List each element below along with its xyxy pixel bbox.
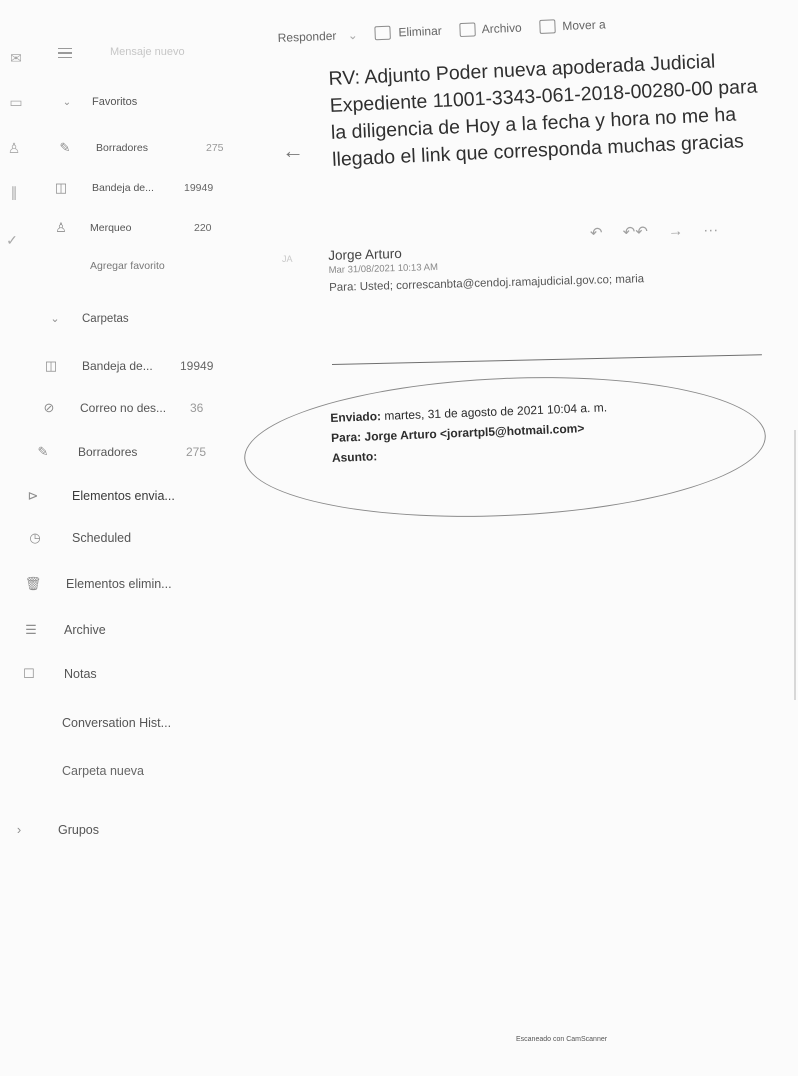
chevron-down-icon: ⌄ (62, 96, 72, 108)
attach-icon[interactable]: ∥ (6, 184, 22, 200)
folder-label: Borradores (78, 445, 138, 459)
mail-icon[interactable]: ✉ (8, 50, 24, 66)
folder-item-scheduled[interactable]: ◷ Scheduled (26, 530, 131, 546)
message-divider (331, 354, 762, 365)
folder-item-junk[interactable]: ⊘ Correo no des... 36 (40, 400, 240, 416)
folder-label: Elementos elimin... (66, 577, 172, 591)
chevron-down-icon: ⌄ (50, 313, 60, 325)
message-toolbar: Responder ⌄ Eliminar Archivo Mover a (277, 17, 620, 60)
move-button[interactable]: Mover a (538, 17, 606, 35)
folder-label: Conversation Hist... (62, 716, 172, 730)
reply-icon[interactable]: ↶ (590, 224, 603, 242)
folder-label: Bandeja de... (82, 359, 153, 373)
forwarded-subject-label: Asunto: (331, 449, 378, 465)
folder-label: Scheduled (72, 531, 132, 545)
archive-icon: ☰ (25, 622, 37, 637)
folder-count: 19949 (180, 359, 214, 373)
reply-label: Responder (277, 28, 337, 45)
forwarded-sent-label: Enviado: (330, 409, 382, 425)
email-reader-page: ✉ ▭ ♙ ∥ ✓ Mensaje nuevo ⌄ Favoritos ✎ Bo… (0, 0, 798, 1076)
favorite-label: Borradores (96, 142, 148, 154)
message-subject: RV: Adjunto Poder nueva apoderada Judici… (328, 50, 758, 171)
groups-label: Grupos (58, 822, 99, 837)
sender-info: Jorge Arturo Mar 31/08/2021 10:13 AM Par… (328, 235, 779, 294)
people-icon[interactable]: ♙ (6, 140, 22, 156)
trash-icon: 🗑 (24, 576, 42, 591)
groups-header[interactable]: › Grupos (10, 822, 99, 837)
person-icon: ♙ (55, 220, 67, 235)
reply-button[interactable]: Responder ⌄ (277, 28, 358, 45)
pencil-icon: ✎ (37, 444, 49, 459)
app-rail: ✉ ▭ ♙ ∥ ✓ (0, 0, 36, 300)
folder-label: Archive (64, 623, 106, 637)
favorite-item-inbox[interactable]: ◫ Bandeja de... 19949 (52, 180, 232, 196)
delete-button[interactable]: Eliminar (374, 24, 443, 41)
folder-item-conversation-history[interactable]: Conversation Hist... (62, 716, 171, 730)
add-favorite-link[interactable]: Agregar favorito (90, 260, 165, 272)
folders-label: Carpetas (82, 312, 129, 325)
todo-icon[interactable]: ✓ (4, 232, 20, 248)
clock-icon: ◷ (29, 530, 41, 545)
folder-item-sent[interactable]: ⊳ Elementos envia... (24, 488, 175, 504)
blocked-icon: ⊘ (43, 400, 55, 415)
scrollbar[interactable] (794, 430, 796, 700)
back-arrow-icon[interactable]: ← (282, 138, 304, 164)
favorite-item-borradores[interactable]: ✎ Borradores 275 (56, 140, 236, 156)
calendar-icon[interactable]: ▭ (8, 94, 24, 110)
add-favorite-label: Agregar favorito (90, 260, 165, 272)
folder-item-notes[interactable]: ☐ Notas (20, 666, 97, 682)
chevron-down-icon: ⌄ (347, 27, 359, 43)
favorite-label: Bandeja de... (92, 182, 154, 194)
inbox-icon: ◫ (54, 180, 68, 195)
folder-item-archive[interactable]: ☰ Archive (22, 622, 106, 638)
favorite-count: 220 (194, 222, 212, 234)
folder-move-icon (538, 19, 556, 35)
pencil-icon: ✎ (59, 140, 71, 155)
favorite-count: 275 (206, 142, 224, 154)
avatar: JA (282, 254, 293, 264)
delete-label: Eliminar (398, 24, 443, 40)
note-icon: ☐ (23, 666, 35, 681)
trash-icon (374, 25, 392, 41)
favorites-header[interactable]: ⌄ Favoritos (58, 96, 137, 108)
folder-label: Notas (64, 667, 97, 681)
new-message-button[interactable]: Mensaje nuevo (110, 46, 185, 58)
folder-count: 275 (186, 445, 207, 459)
folder-label: Correo no des... (80, 401, 167, 415)
forwarded-header: Enviado: martes, 31 de agosto de 2021 10… (330, 391, 762, 467)
forwarded-to-label: Para: (330, 429, 362, 445)
scanner-watermark: Escaneado con CamScanner (516, 1036, 608, 1043)
folder-item-inbox[interactable]: ◫ Bandeja de... 19949 (42, 358, 242, 374)
new-folder-link[interactable]: Carpeta nueva (62, 764, 144, 778)
archive-icon (458, 22, 476, 38)
folder-label: Carpeta nueva (62, 764, 145, 778)
archive-label: Archivo (481, 21, 522, 37)
move-label: Mover a (562, 17, 606, 34)
archive-button[interactable]: Archivo (458, 21, 522, 38)
favorite-item-merqueo[interactable]: ♙ Merqueo 220 (52, 220, 232, 236)
favorite-label: Merqueo (90, 222, 132, 234)
folder-count: 36 (190, 401, 204, 415)
folder-item-drafts[interactable]: ✎ Borradores 275 (34, 444, 234, 460)
chevron-right-icon: › (16, 822, 22, 837)
favorites-label: Favoritos (92, 96, 138, 108)
folders-header[interactable]: ⌄ Carpetas (46, 312, 129, 326)
folder-label: Elementos envia... (72, 489, 175, 503)
favorite-count: 19949 (184, 182, 214, 194)
menu-icon[interactable] (58, 48, 72, 59)
inbox-icon: ◫ (44, 358, 58, 373)
folder-item-deleted[interactable]: 🗑 Elementos elimin... (24, 576, 172, 592)
send-icon: ⊳ (27, 488, 39, 503)
